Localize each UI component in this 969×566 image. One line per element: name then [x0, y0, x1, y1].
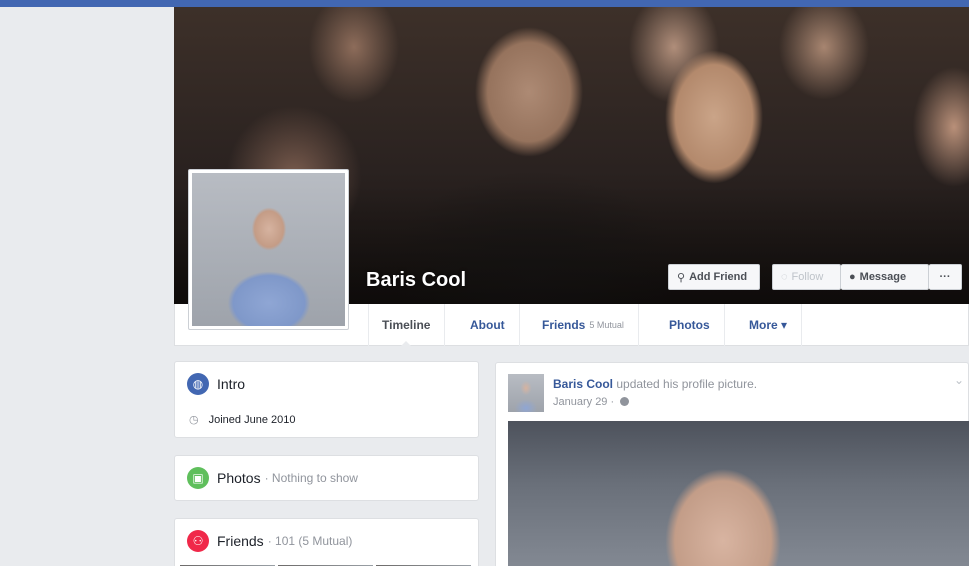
photo-icon: ▣ [187, 467, 209, 489]
joined-date: Joined June 2010 [208, 413, 296, 426]
profile-picture-image [192, 173, 345, 326]
add-friend-icon: ⚲ [677, 271, 686, 284]
post-profile-picture[interactable] [508, 421, 969, 566]
photos-subtitle: · Nothing to show [264, 471, 358, 485]
top-blue-bar [0, 0, 969, 7]
tab-photos[interactable]: Photos [655, 304, 725, 346]
intro-title: Intro [217, 376, 246, 392]
more-options-label: ··· [939, 271, 951, 283]
post-header: Baris Cool updated his profile picture. [553, 377, 757, 391]
tab-photos-label: Photos [669, 318, 710, 332]
tab-about[interactable]: About [456, 304, 520, 346]
post-timestamp[interactable]: January 29 · [553, 396, 630, 408]
tab-timeline[interactable]: Timeline [368, 304, 446, 347]
rss-icon: ◌ [781, 271, 788, 283]
chevron-down-icon[interactable]: ⌄ [954, 373, 964, 387]
add-friend-button[interactable]: ⚲ Add Friend [668, 264, 760, 290]
friends-subtitle: · 101 (5 Mutual) [267, 534, 353, 548]
profile-picture[interactable] [188, 169, 349, 330]
timeline-post: Baris Cool updated his profile picture. … [495, 362, 969, 566]
post-action-text: updated his profile picture. [613, 377, 758, 391]
friends-title[interactable]: Friends [217, 533, 264, 549]
message-button[interactable]: ● Message [841, 264, 929, 290]
post-date-text: January 29 · [553, 396, 615, 408]
photos-title[interactable]: Photos [217, 470, 261, 486]
globe-icon: ◍ [187, 373, 209, 395]
tab-more-label: More ▾ [749, 318, 788, 332]
messenger-icon: ● [849, 271, 856, 283]
tab-friends[interactable]: Friends 5 Mutual [528, 304, 639, 346]
post-author-avatar[interactable] [508, 374, 544, 412]
tab-timeline-label: Timeline [382, 318, 431, 332]
follow-button[interactable]: ◌ Follow [772, 264, 841, 290]
more-options-button[interactable]: ··· [929, 264, 962, 290]
tab-friends-label: Friends [542, 318, 586, 332]
tab-more[interactable]: More ▾ [735, 304, 803, 346]
post-author-name[interactable]: Baris Cool [553, 377, 613, 391]
public-globe-icon [620, 397, 630, 406]
tab-friends-mutual: 5 Mutual [589, 320, 624, 330]
clock-icon: ◷ [189, 414, 199, 426]
follow-label: Follow [791, 271, 824, 283]
message-label: Message [859, 271, 907, 283]
tab-about-label: About [470, 318, 505, 332]
friends-icon: ⚇ [187, 530, 209, 552]
photos-card: ▣ Photos · Nothing to show [174, 455, 479, 501]
add-friend-label: Add Friend [689, 271, 748, 283]
profile-name[interactable]: Baris Cool [366, 269, 466, 292]
friends-card: ⚇ Friends · 101 (5 Mutual) [174, 518, 479, 566]
intro-card: ◍ Intro ◷ Joined June 2010 [174, 361, 479, 438]
